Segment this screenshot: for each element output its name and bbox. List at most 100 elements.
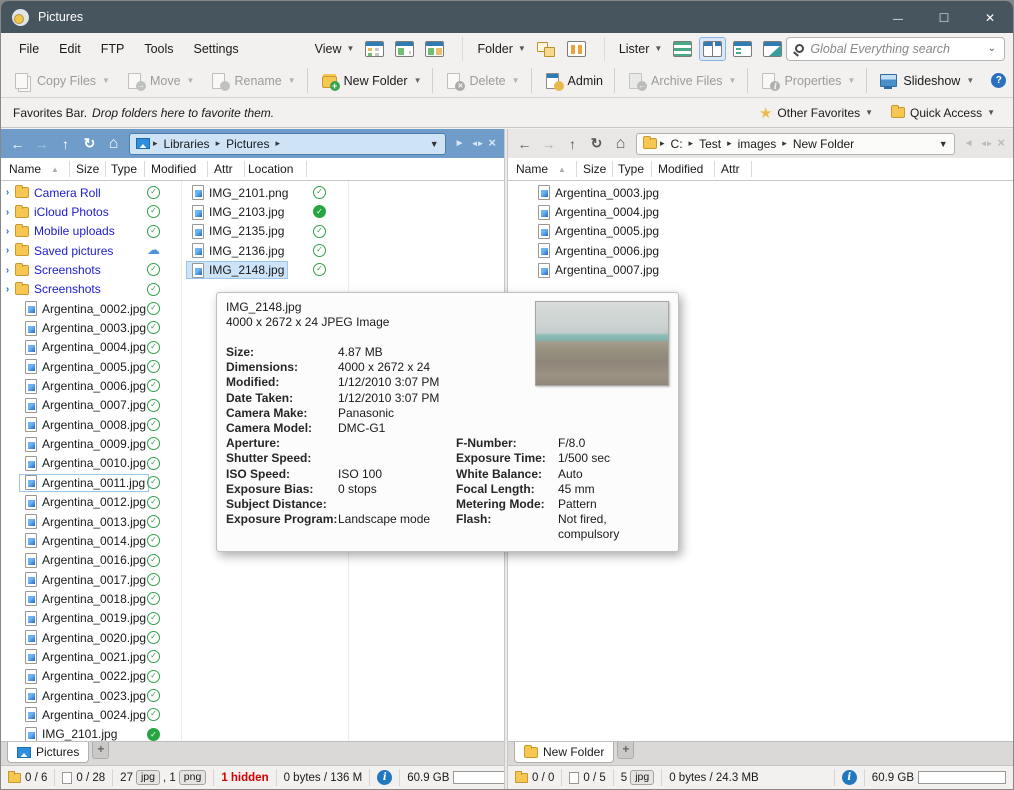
file-row[interactable]: Argentina_0010.jpg <box>1 454 181 473</box>
swap-panes-icon[interactable] <box>980 138 992 150</box>
menu-item[interactable]: Edit <box>49 38 91 60</box>
column-header[interactable]: Size <box>583 162 606 176</box>
menu-item[interactable]: FTP <box>91 38 135 60</box>
file-row[interactable]: Argentina_0009.jpg <box>1 434 181 453</box>
column-header[interactable]: Type <box>618 162 644 176</box>
toolbar-button[interactable]: Delete ▼ <box>432 68 527 93</box>
left-breadcrumb[interactable]: Libraries Pictures ▼ <box>129 133 446 155</box>
file-row[interactable]: Argentina_0022.jpg <box>1 667 181 686</box>
expand-chevron-icon[interactable] <box>1 265 14 276</box>
view-thumbnails-mode-button[interactable] <box>421 37 448 61</box>
file-row[interactable]: Argentina_0007.jpg <box>1 396 181 415</box>
folder-row[interactable]: iCloud Photos <box>1 202 181 221</box>
refresh-icon[interactable] <box>78 135 101 152</box>
left-folder-tab[interactable]: Pictures <box>7 742 89 763</box>
view-list-mode-button[interactable] <box>361 37 388 61</box>
global-search-input[interactable]: Global Everything search ⌄ <box>786 37 1005 61</box>
column-header[interactable]: Attr <box>721 162 740 176</box>
folder-menu-button[interactable]: Folder▼ <box>473 39 529 59</box>
toolbar-button[interactable]: New Folder ▼ <box>307 68 430 93</box>
info-icon[interactable] <box>842 770 857 785</box>
file-row[interactable]: Argentina_0004.jpg <box>1 338 181 357</box>
view-details-mode-button[interactable] <box>391 37 418 61</box>
file-row[interactable]: Argentina_0003.jpg <box>508 183 1013 202</box>
lister-dual-vertical-button[interactable] <box>699 37 726 61</box>
breadcrumb-segment[interactable]: New Folder <box>790 137 857 151</box>
toolbar-button[interactable]: Rename ▼ <box>202 68 303 93</box>
menu-item[interactable]: Settings <box>184 38 249 60</box>
file-row[interactable]: Argentina_0024.jpg <box>1 705 181 724</box>
folder-row[interactable]: Saved pictures <box>1 241 181 260</box>
file-row[interactable]: Argentina_0013.jpg <box>1 512 181 531</box>
toolbar-button[interactable]: Move ▼ <box>118 68 203 93</box>
chevron-down-icon[interactable]: ⌄ <box>988 43 996 54</box>
toolbar-button[interactable]: Properties ▼ <box>747 68 863 93</box>
split-right-icon[interactable] <box>455 138 465 150</box>
up-icon[interactable] <box>561 136 584 152</box>
file-row[interactable]: Argentina_0003.jpg <box>1 318 181 337</box>
breadcrumb-segment[interactable]: images <box>735 137 780 151</box>
breadcrumb-segment[interactable]: C: <box>668 137 686 151</box>
breadcrumb-segment[interactable]: Libraries <box>161 137 213 151</box>
forward-icon[interactable] <box>30 136 53 152</box>
file-row[interactable]: Argentina_0007.jpg <box>508 260 1013 279</box>
file-row[interactable]: Argentina_0006.jpg <box>508 241 1013 260</box>
folder-row[interactable]: Camera Roll <box>1 183 181 202</box>
close-pane-icon[interactable] <box>488 138 496 150</box>
file-type-badge[interactable]: jpg <box>136 770 160 785</box>
breadcrumb-segment[interactable]: Test <box>696 137 724 151</box>
file-row[interactable]: Argentina_0011.jpg <box>1 473 181 492</box>
column-header[interactable]: Modified <box>151 162 196 176</box>
file-row[interactable]: Argentina_0018.jpg <box>1 589 181 608</box>
column-header[interactable]: Name <box>516 162 548 176</box>
quick-access-button[interactable]: Quick Access ▼ <box>885 104 1001 122</box>
breadcrumb-dropdown-icon[interactable]: ▼ <box>430 139 439 149</box>
minimize-button[interactable] <box>875 1 921 33</box>
column-header[interactable]: Name <box>9 162 41 176</box>
column-header[interactable]: Attr <box>214 162 233 176</box>
menu-item[interactable]: File <box>9 38 49 60</box>
lister-menu-button[interactable]: Lister▼ <box>615 39 667 59</box>
folder-sync-button[interactable] <box>563 37 590 61</box>
maximize-button[interactable] <box>921 1 967 33</box>
file-row[interactable]: Argentina_0005.jpg <box>1 357 181 376</box>
back-icon[interactable] <box>6 136 29 152</box>
file-row[interactable]: IMG_2135.jpg <box>183 222 345 241</box>
breadcrumb-dropdown-icon[interactable]: ▼ <box>939 139 948 149</box>
file-row[interactable]: Argentina_0006.jpg <box>1 376 181 395</box>
file-row[interactable]: IMG_2148.jpg <box>183 260 345 279</box>
forward-icon[interactable] <box>537 136 560 152</box>
menu-item[interactable]: Tools <box>134 38 183 60</box>
file-row[interactable]: IMG_2103.jpg <box>183 202 345 221</box>
file-row[interactable]: Argentina_0002.jpg <box>1 299 181 318</box>
file-row[interactable]: IMG_2101.jpg <box>1 725 181 741</box>
home-icon[interactable] <box>102 135 125 153</box>
file-row[interactable]: Argentina_0020.jpg <box>1 628 181 647</box>
toolbar-button[interactable]: Help ▼ <box>982 68 1014 93</box>
file-row[interactable]: Argentina_0017.jpg <box>1 570 181 589</box>
toolbar-button[interactable]: Copy Files ▼ <box>5 68 118 93</box>
folder-row[interactable]: Screenshots <box>1 260 181 279</box>
back-icon[interactable] <box>513 136 536 152</box>
file-row[interactable]: Argentina_0005.jpg <box>508 222 1013 241</box>
expand-chevron-icon[interactable] <box>1 187 14 198</box>
file-type-badge[interactable]: png <box>179 770 207 785</box>
file-row[interactable]: Argentina_0021.jpg <box>1 647 181 666</box>
toolbar-button[interactable]: Admin ▼ <box>531 68 611 93</box>
toolbar-button[interactable]: Archive Files ▼ <box>614 68 744 93</box>
close-button[interactable] <box>967 1 1013 33</box>
other-favorites-button[interactable]: Other Favorites ▼ <box>753 102 879 124</box>
expand-chevron-icon[interactable] <box>1 226 14 237</box>
refresh-icon[interactable] <box>585 135 608 152</box>
info-icon[interactable] <box>377 770 392 785</box>
breadcrumb-segment[interactable]: Pictures <box>223 137 272 151</box>
toolbar-button[interactable]: Slideshow ▼ <box>866 68 982 93</box>
add-tab-button[interactable] <box>617 742 634 759</box>
right-folder-tab[interactable]: New Folder <box>514 742 614 763</box>
file-row[interactable]: IMG_2101.png <box>183 183 345 202</box>
split-left-icon[interactable] <box>964 138 974 150</box>
hidden-count[interactable]: 1 hidden <box>221 772 268 784</box>
column-header[interactable]: Type <box>111 162 137 176</box>
file-row[interactable]: Argentina_0008.jpg <box>1 415 181 434</box>
swap-panes-icon[interactable] <box>471 138 483 150</box>
